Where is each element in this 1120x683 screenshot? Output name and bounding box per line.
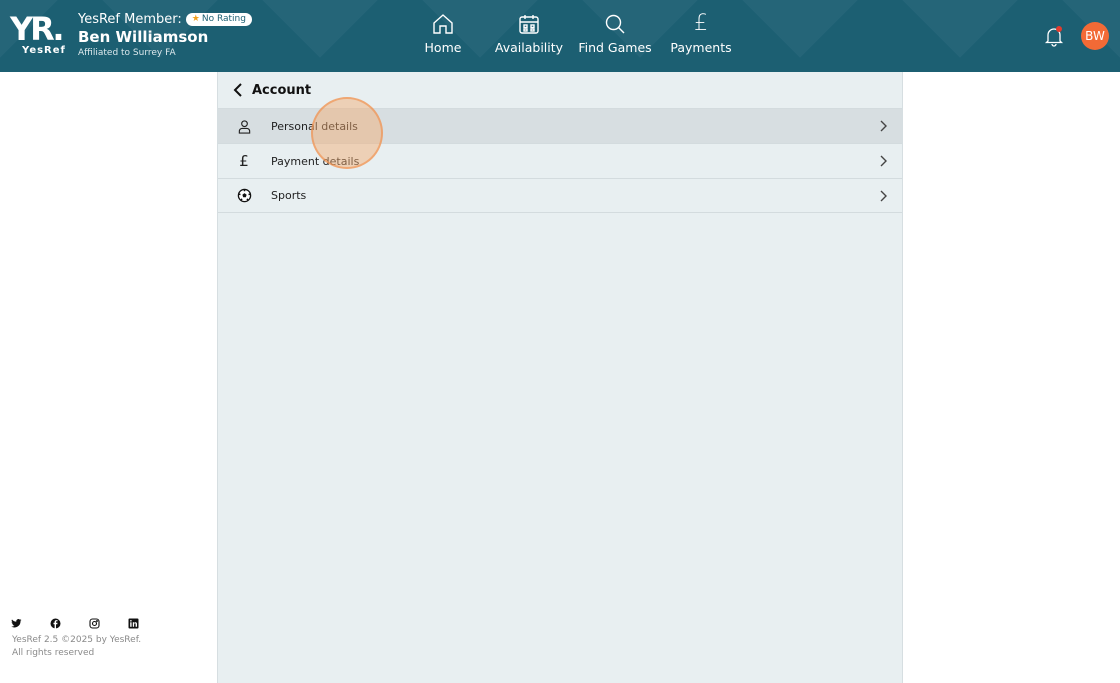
- chevron-right-icon: [880, 120, 887, 132]
- top-header: YR. YesRef YesRef Member: ★ No Rating Be…: [0, 0, 1120, 72]
- search-icon: [605, 14, 625, 34]
- pound-icon: £: [694, 11, 708, 36]
- member-name: Ben Williamson: [78, 28, 209, 46]
- chevron-right-icon: [880, 155, 887, 167]
- facebook-icon[interactable]: [50, 614, 61, 629]
- logo-mark: YR.: [10, 10, 65, 48]
- footer-rights: All rights reserved: [12, 648, 95, 658]
- menu-item-label: Personal details: [271, 119, 358, 133]
- member-info: YesRef Member: ★ No Rating Ben Williamso…: [78, 11, 252, 58]
- nav-find-games-label: Find Games: [578, 40, 652, 55]
- yesref-logo[interactable]: YR. YesRef: [10, 12, 68, 58]
- rating-badge: ★ No Rating: [185, 12, 252, 26]
- account-header: Account: [218, 72, 902, 108]
- footer-text: YesRef 2.5 ©2025 by YesRef. All rights r…: [12, 634, 141, 660]
- menu-item-label: Sports: [271, 189, 307, 202]
- star-icon: ★: [191, 14, 200, 24]
- footer-version: YesRef 2.5 ©2025 by YesRef.: [12, 635, 142, 645]
- account-panel: Account Personal details £ Payment detai…: [217, 72, 903, 683]
- nav-home[interactable]: Home: [400, 12, 486, 55]
- member-prefix: YesRef Member:: [78, 11, 182, 27]
- nav-payments[interactable]: £ Payments: [658, 11, 744, 56]
- avatar[interactable]: BW: [1081, 22, 1109, 50]
- nav-payments-label: Payments: [670, 40, 732, 55]
- nav-find-games[interactable]: Find Games: [572, 12, 658, 55]
- chevron-right-icon: [880, 190, 887, 202]
- menu-item-label: Payment details: [271, 154, 360, 168]
- logo-subtext: YesRef: [22, 45, 66, 56]
- menu-item-sports[interactable]: Sports: [218, 178, 902, 213]
- twitter-icon[interactable]: [11, 614, 22, 628]
- menu-item-payment-details[interactable]: £ Payment details: [218, 143, 902, 178]
- back-chevron-icon[interactable]: [230, 81, 248, 99]
- nav-home-label: Home: [424, 40, 462, 55]
- page-title: Account: [252, 82, 312, 98]
- notifications-button[interactable]: [1044, 25, 1064, 47]
- social-links: [11, 614, 139, 629]
- person-icon: [238, 119, 250, 134]
- pound-icon: £: [239, 152, 249, 170]
- menu-item-personal-details[interactable]: Personal details: [218, 108, 902, 143]
- home-icon: [433, 14, 453, 34]
- notification-dot: [1056, 26, 1062, 32]
- instagram-icon[interactable]: [89, 614, 100, 629]
- football-icon: [237, 188, 251, 203]
- rating-badge-label: No Rating: [201, 14, 246, 24]
- calendar-icon: [519, 15, 539, 34]
- nav-availability-label: Availability: [494, 40, 564, 55]
- linkedin-icon[interactable]: [128, 614, 139, 629]
- member-affiliation: Affiliated to Surrey FA: [78, 48, 176, 58]
- main-nav: Home Availability Find Games £ Payments: [400, 11, 744, 56]
- nav-availability[interactable]: Availability: [486, 12, 572, 55]
